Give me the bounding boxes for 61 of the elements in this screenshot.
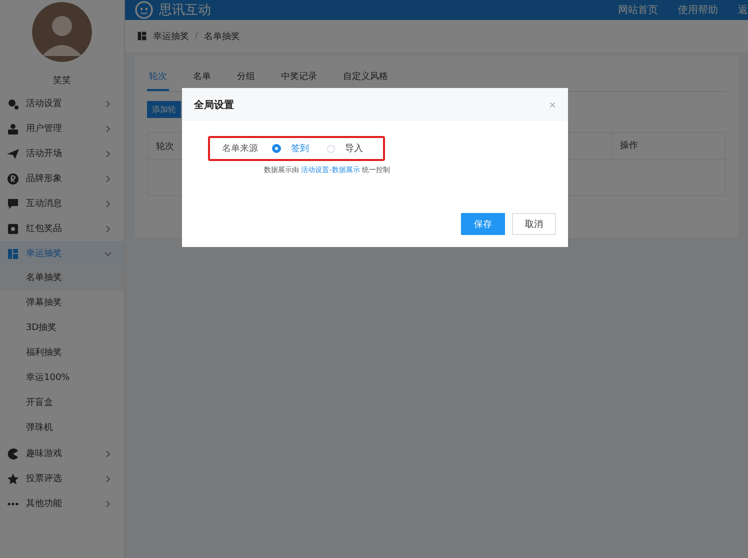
star-icon xyxy=(7,472,19,484)
header-link[interactable]: 网站首页 xyxy=(618,3,658,17)
plane-icon xyxy=(7,148,19,160)
menu-item[interactable]: 用户管理 xyxy=(0,116,124,141)
tab[interactable]: 中奖记录 xyxy=(279,64,319,91)
breadcrumb-link[interactable]: 幸运抽奖 xyxy=(153,30,189,42)
save-button[interactable]: 保存 xyxy=(461,213,505,235)
submenu-item[interactable]: 3D抽奖 xyxy=(0,316,124,341)
menu-item[interactable]: 红包奖品 xyxy=(0,216,124,241)
chevron-right-icon xyxy=(104,200,112,208)
radio-button[interactable] xyxy=(272,144,281,153)
grid-icon xyxy=(137,31,147,41)
header-link[interactable]: 使用帮助 xyxy=(678,3,718,17)
submenu-item[interactable]: 弹幕抽奖 xyxy=(0,291,124,316)
chevron-right-icon xyxy=(104,100,112,108)
logo-text: 思讯互动 xyxy=(159,2,211,19)
chevron-right-icon xyxy=(104,224,112,232)
submenu-item[interactable]: 名单抽奖 xyxy=(0,266,124,291)
chevron-right-icon xyxy=(104,450,112,458)
registered-icon xyxy=(7,172,19,184)
chevron-right-icon xyxy=(104,150,112,158)
chevron-right-icon xyxy=(104,174,112,182)
pacman-icon xyxy=(7,448,19,460)
menu-item[interactable]: 活动开场 xyxy=(0,141,124,166)
header-link[interactable]: 返 xyxy=(738,3,748,17)
chevron-down-icon xyxy=(104,250,112,258)
breadcrumb-separator: / xyxy=(195,31,198,41)
dialog-title: 全局设置 xyxy=(194,98,234,112)
menu-item[interactable]: 活动设置 xyxy=(0,91,124,116)
menu-item[interactable]: 投票评选 xyxy=(0,466,124,491)
submenu-item[interactable]: 幸运100% xyxy=(0,366,124,391)
tab[interactable]: 轮次 xyxy=(147,64,169,91)
submenu-item[interactable]: 开盲盒 xyxy=(0,391,124,416)
add-round-button[interactable]: 添加轮 xyxy=(147,101,181,118)
user-name: 笑笑 xyxy=(52,74,72,88)
submenu-item[interactable]: 福利抽奖 xyxy=(0,341,124,366)
field-label: 名单来源 xyxy=(222,142,258,155)
radio-label: 签到 xyxy=(291,142,309,155)
tab[interactable]: 分组 xyxy=(235,64,257,91)
column-header: 操作 xyxy=(611,133,725,159)
radio-option[interactable]: 签到 xyxy=(272,142,309,155)
chevron-right-icon xyxy=(104,474,112,482)
menu-item[interactable]: 幸运抽奖 xyxy=(0,241,124,266)
tab[interactable]: 自定义风格 xyxy=(341,64,390,91)
chat-icon xyxy=(7,198,19,210)
grid-icon xyxy=(7,248,19,260)
menu-item[interactable]: 互动消息 xyxy=(0,191,124,216)
menu-item[interactable]: 其他功能 xyxy=(0,491,124,516)
radio-option[interactable]: 导入 xyxy=(327,142,363,155)
radio-label: 导入 xyxy=(345,142,363,155)
menu-item[interactable]: 品牌形象 xyxy=(0,166,124,191)
avatar[interactable] xyxy=(32,2,92,62)
chevron-right-icon xyxy=(104,500,112,508)
user-icon xyxy=(7,122,19,134)
cancel-button[interactable]: 取消 xyxy=(512,213,556,235)
chevron-right-icon xyxy=(104,124,112,132)
tab[interactable]: 名单 xyxy=(191,64,213,91)
menu-item[interactable]: 趣味游戏 xyxy=(0,441,124,466)
breadcrumb-link[interactable]: 名单抽奖 xyxy=(204,30,240,42)
submenu-item[interactable]: 弹珠机 xyxy=(0,416,124,441)
column-header: 轮次 xyxy=(156,140,175,152)
